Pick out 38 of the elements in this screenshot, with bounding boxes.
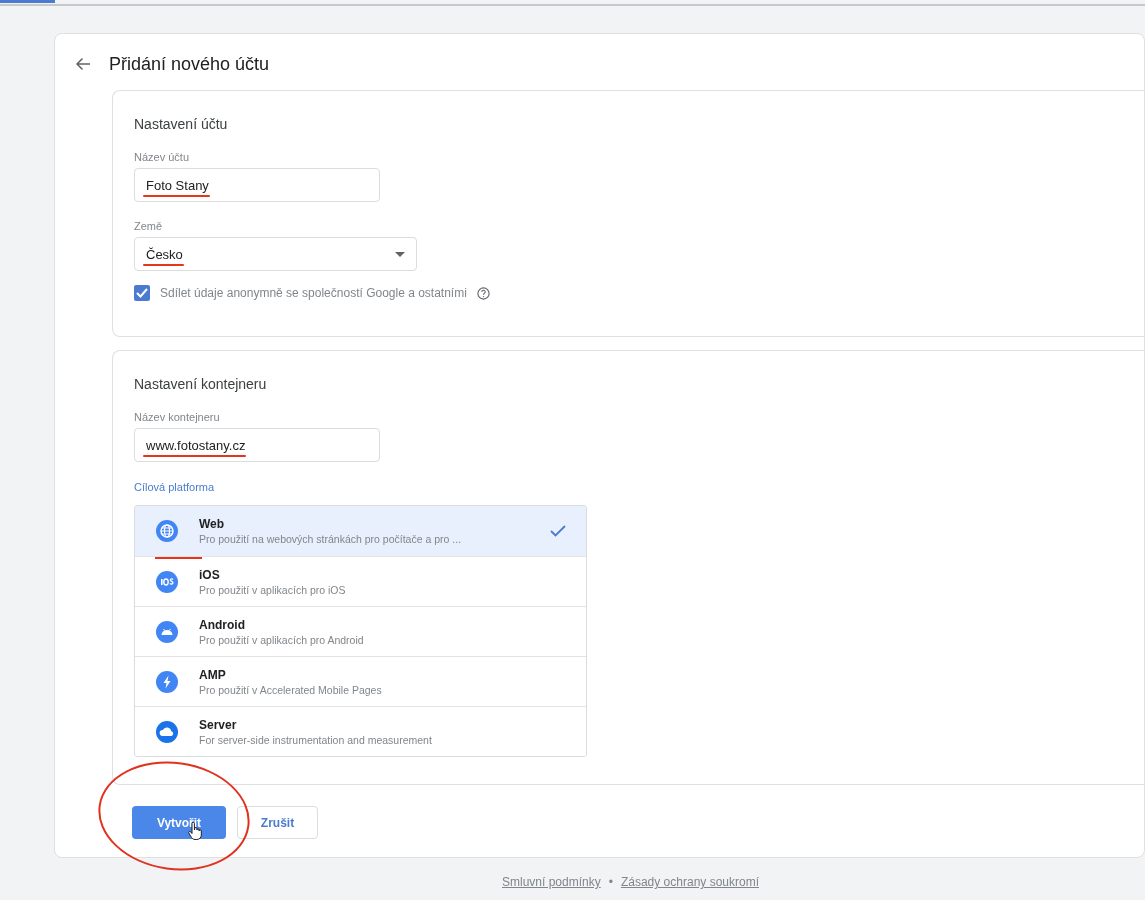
platform-name: AMP <box>199 667 227 682</box>
platform-description: Pro použití v Accelerated Mobile Pages <box>199 683 383 696</box>
dropdown-caret-icon <box>395 251 405 257</box>
checkbox[interactable] <box>134 285 150 301</box>
footer-link[interactable]: Smluvní podmínky <box>502 875 601 889</box>
checkmark-icon <box>550 525 566 537</box>
text-field[interactable]: www.fotostany.cz <box>134 428 380 462</box>
field-label: Země <box>134 220 163 232</box>
active-tab-indicator <box>0 0 55 3</box>
cancel-button[interactable]: Zrušit <box>237 806 318 839</box>
platform-description: Pro použití v aplikacích pro iOS <box>199 583 347 596</box>
page-title: Přidání nového účtu <box>109 53 270 75</box>
create-button[interactable]: Vytvořit <box>132 806 226 839</box>
ios-icon <box>156 570 178 593</box>
platform-option[interactable]: Server For server-side instrumentation and measurement <box>135 706 586 756</box>
platform-name: Web <box>199 517 226 531</box>
android-icon <box>156 620 178 643</box>
country-select[interactable]: Česko <box>134 237 417 271</box>
lightning-icon <box>156 670 178 693</box>
section-title: Nastavení účtu <box>134 116 228 132</box>
field-label: Název kontejneru <box>134 411 220 423</box>
platform-name: Server <box>199 717 238 732</box>
globe-icon <box>156 520 178 542</box>
back-arrow-icon[interactable] <box>75 57 91 71</box>
section-title: Nastavení kontejneru <box>134 376 267 392</box>
text-field[interactable]: Foto Stany <box>134 168 380 202</box>
checkbox-label: Sdílet údaje anonymně se společností Google a ostatními <box>160 286 467 300</box>
separator-dot: • <box>608 875 613 889</box>
platform-label: Cílová platforma <box>134 481 215 493</box>
help-icon[interactable] <box>476 286 490 300</box>
platform-name: iOS <box>199 567 221 582</box>
platform-description: Pro použití na webových stránkách pro počítače a pro ... <box>199 533 463 545</box>
platform-option[interactable]: Web Pro použití na webových stránkách pro počítače a pro ... <box>135 506 586 556</box>
platform-name: Android <box>199 617 246 632</box>
platform-description: Pro použití v aplikacích pro Android <box>199 633 365 646</box>
field-label: Název účtu <box>134 151 190 163</box>
cloud-icon <box>156 720 178 743</box>
platform-description: For server-side instrumentation and measurement <box>199 733 433 746</box>
